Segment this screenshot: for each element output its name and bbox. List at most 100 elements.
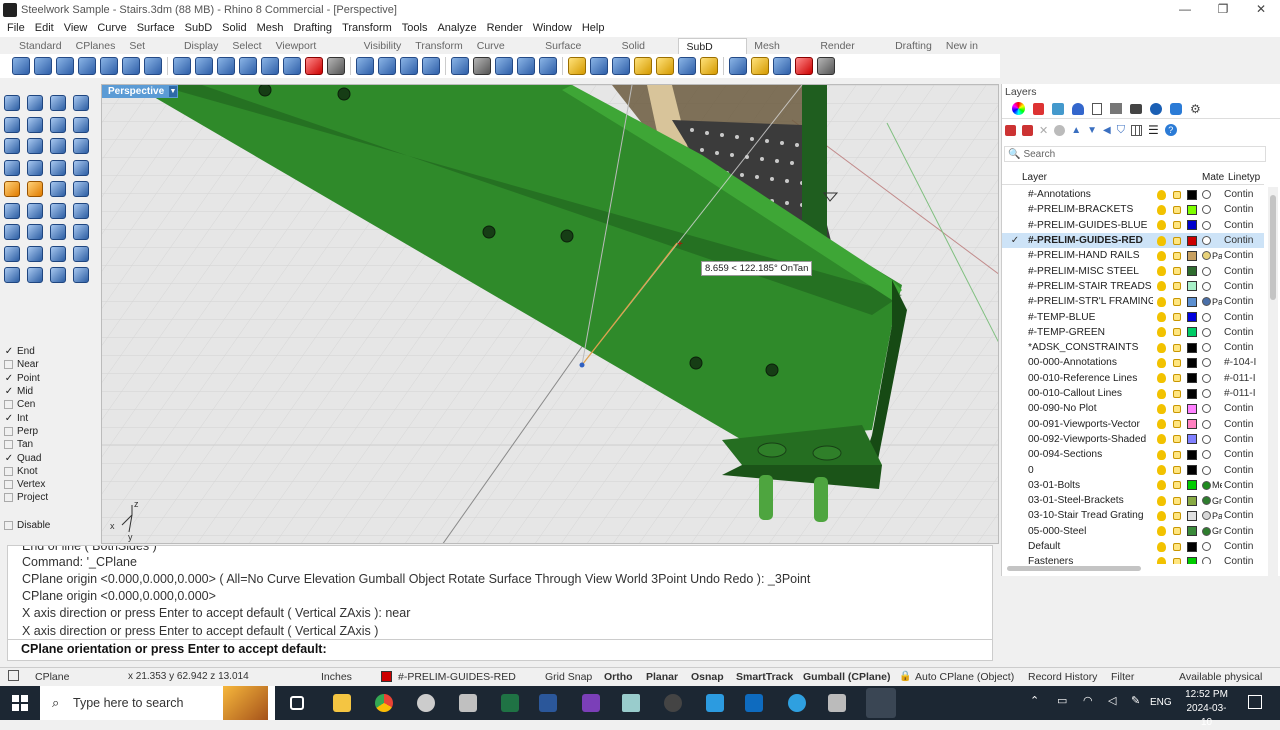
taskbar-search-box[interactable]: ⌕ Type here to search [40, 686, 275, 720]
menu-mesh[interactable]: Mesh [252, 22, 289, 34]
material-icon[interactable] [1202, 557, 1211, 564]
layer-linetype[interactable]: Contin [1224, 296, 1256, 307]
status-cplane[interactable]: CPlane [35, 671, 69, 683]
subd-merge-icon[interactable] [517, 57, 535, 75]
material-icon[interactable] [1202, 190, 1211, 200]
layer-color-swatch[interactable] [1187, 495, 1197, 506]
subd-pencil-icon[interactable] [634, 57, 652, 75]
notes-tab-icon[interactable] [1092, 102, 1102, 115]
box-tool-icon[interactable] [34, 57, 52, 75]
mirror-tool-icon[interactable] [73, 224, 89, 240]
status-units[interactable]: Inches [321, 671, 352, 683]
layer-row[interactable]: 00-092-Viewports-Shaded Contin [1002, 432, 1264, 447]
lightbulb-icon[interactable] [1157, 480, 1166, 491]
lightbulb-icon[interactable] [1157, 556, 1166, 564]
layer-color-swatch[interactable] [1187, 204, 1197, 215]
material-icon[interactable] [1202, 220, 1211, 230]
layer-color-swatch[interactable] [1187, 342, 1197, 353]
tab-curve-tools[interactable]: Curve Tools [470, 38, 538, 68]
menu-help[interactable]: Help [577, 22, 610, 34]
layer-linetype[interactable]: Contin [1224, 526, 1256, 537]
menu-tools[interactable]: Tools [397, 22, 433, 34]
lightbulb-icon[interactable] [1157, 449, 1166, 460]
lightbulb-icon[interactable] [1157, 235, 1166, 246]
layer-name[interactable]: #-PRELIM-GUIDES-BLUE [1028, 220, 1153, 231]
menu-curve[interactable]: Curve [92, 22, 131, 34]
lightbulb-icon[interactable] [1157, 495, 1166, 506]
osnap-near[interactable]: Near [4, 358, 100, 371]
osnap-project[interactable]: Project [4, 491, 100, 504]
lock-icon[interactable] [1173, 496, 1181, 505]
layer-linetype[interactable]: Contin [1224, 266, 1256, 277]
material-icon[interactable] [1202, 434, 1211, 444]
layer-row[interactable]: *ADSK_CONSTRAINTS Contin [1002, 340, 1264, 355]
status-record-history[interactable]: Record History [1028, 671, 1097, 683]
lightbulb-icon[interactable] [1157, 465, 1166, 476]
mesh-tool-icon[interactable] [27, 159, 43, 176]
lightbulb-icon[interactable] [1157, 266, 1166, 277]
lightbulb-icon[interactable] [1157, 357, 1166, 368]
status-osnap[interactable]: Osnap [691, 671, 724, 683]
lightbulb-icon[interactable] [1157, 296, 1166, 307]
material-icon[interactable] [1202, 281, 1211, 291]
subd-slide-icon[interactable] [422, 57, 440, 75]
camera-tab-icon[interactable] [1130, 103, 1142, 114]
layer-color-swatch[interactable] [1187, 373, 1197, 384]
osnap-mid[interactable]: ✓ Mid [4, 385, 100, 398]
cone-tool-icon[interactable] [50, 116, 66, 133]
loft-tool-icon[interactable] [100, 57, 118, 75]
layer-row[interactable]: 03-01-Steel-Brackets GreContin [1002, 493, 1264, 508]
menu-surface[interactable]: Surface [132, 22, 180, 34]
osnap-checkbox[interactable] [4, 440, 13, 450]
status-auto-cplane[interactable]: Auto CPlane (Object) [915, 671, 1014, 683]
columns-icon[interactable] [1130, 124, 1142, 136]
layer-name[interactable]: 00-094-Sections [1028, 449, 1153, 460]
layer-row[interactable]: 00-091-Viewports-Vector Contin [1002, 417, 1264, 432]
layout-tab-icon[interactable] [1110, 103, 1122, 114]
col-material[interactable]: Mate [1202, 172, 1228, 183]
tab-new-in-v8[interactable]: New in V8 [939, 38, 1000, 68]
layer-name[interactable]: 00-010-Callout Lines [1028, 388, 1153, 399]
lightbulb-icon[interactable] [1157, 312, 1166, 323]
layer-color-swatch[interactable] [1187, 403, 1197, 414]
align-tool-icon[interactable] [27, 245, 43, 262]
file-explorer-icon[interactable] [333, 694, 351, 712]
options-tool-icon[interactable] [27, 267, 43, 283]
rectangle-tool-icon[interactable] [50, 95, 66, 111]
edge-icon[interactable] [788, 694, 806, 712]
menu-file[interactable]: File [2, 22, 30, 34]
excel-icon[interactable] [501, 694, 519, 712]
trim-tool-icon[interactable] [27, 202, 43, 219]
grid-tool-icon[interactable] [4, 267, 20, 283]
lock-icon[interactable] [1173, 542, 1181, 551]
layer-linetype[interactable]: Contin [1224, 189, 1256, 200]
app-icon-4[interactable] [664, 694, 682, 712]
layer-row[interactable]: Fasteners Contin [1002, 554, 1264, 564]
layer-row[interactable]: #-PRELIM-MISC STEEL Contin [1002, 264, 1264, 279]
visual-studio-icon[interactable] [582, 694, 600, 712]
lock-icon[interactable] [1173, 435, 1181, 444]
subd-cut-icon[interactable] [817, 57, 835, 75]
material-icon[interactable] [1202, 251, 1211, 261]
layer-color-swatch[interactable] [1187, 434, 1197, 445]
osnap-disable[interactable]: Disable [4, 519, 100, 532]
material-icon[interactable] [1202, 496, 1211, 506]
layer-linetype[interactable]: Contin [1224, 480, 1256, 491]
layer-linetype[interactable]: Contin [1224, 342, 1256, 353]
material-icon[interactable] [1202, 465, 1211, 475]
layer-row[interactable]: ✓ #-PRELIM-GUIDES-RED Contin [1002, 232, 1264, 249]
subd-brush-icon[interactable] [656, 57, 674, 75]
minimize-button[interactable]: — [1166, 0, 1204, 19]
lightbulb-icon[interactable] [1157, 403, 1166, 414]
rhino-taskbar-icon[interactable] [866, 688, 896, 718]
layer-row[interactable]: 00-000-Annotations #-104-I [1002, 355, 1264, 370]
subd-color-icon[interactable] [305, 57, 323, 75]
wifi-icon[interactable]: ◠ [1083, 694, 1093, 707]
lock-icon[interactable] [1173, 282, 1181, 291]
box-tool-icon[interactable] [73, 95, 89, 111]
layer-linetype[interactable]: #-104-I [1224, 357, 1256, 368]
material-icon[interactable] [1202, 542, 1211, 552]
notifications-icon[interactable] [1248, 695, 1262, 709]
material-icon[interactable] [1202, 266, 1211, 276]
layer-linetype[interactable]: Contin [1224, 312, 1256, 323]
